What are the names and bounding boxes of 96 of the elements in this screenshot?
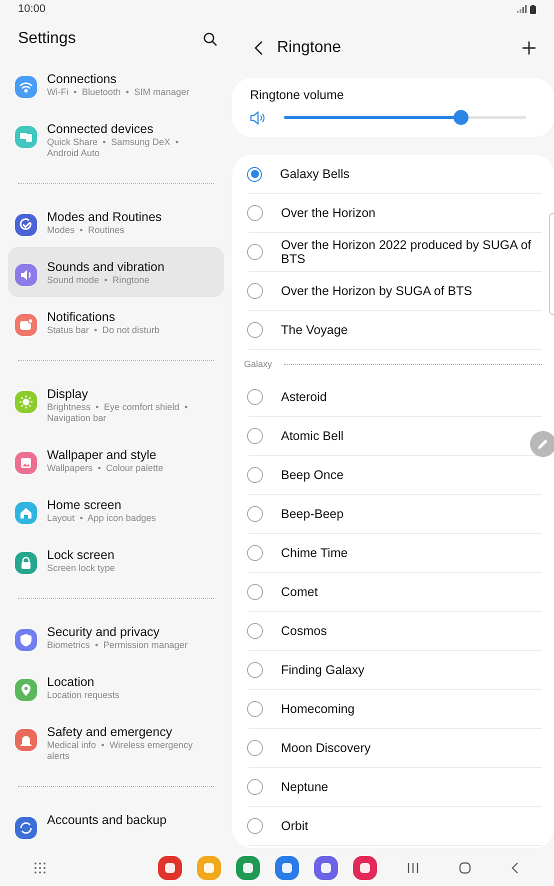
settings-item[interactable]: Connections Wi-Fi • Bluetooth • SIM manager: [8, 59, 224, 109]
settings-item-title: Accounts and backup: [47, 812, 167, 828]
settings-item-subtitle: Sound mode • Ringtone: [47, 274, 150, 286]
back-nav-icon[interactable]: [511, 862, 519, 874]
settings-item-title: Connections: [47, 70, 118, 86]
settings-item-subtitle: Wallpapers • Colour palette: [47, 462, 164, 474]
signal-icon: [517, 5, 527, 13]
settings-item-title: Display: [47, 386, 89, 402]
radio-button[interactable]: [247, 428, 263, 444]
radio-button[interactable]: [247, 283, 263, 299]
settings-item-title: Home screen: [47, 496, 122, 512]
battery-icon: [530, 4, 536, 14]
settings-item-subtitle: Status bar • Do not disturb: [47, 324, 160, 336]
ringtone-name: Orbit: [281, 819, 308, 833]
app-icon[interactable]: [158, 856, 182, 880]
ringtone-name: Atomic Bell: [281, 429, 344, 443]
ringtone-name: Asteroid: [281, 390, 327, 404]
ringtone-name: Finding Galaxy: [281, 663, 364, 677]
app-icon[interactable]: [353, 856, 377, 880]
settings-item-title: Lock screen: [47, 546, 115, 562]
settings-item[interactable]: Accounts and backup: [8, 800, 224, 850]
radio-button[interactable]: [247, 467, 263, 483]
ringtone-name: Over the Horizon 2022 produced by SUGA of BTS: [281, 238, 532, 266]
settings-item-title: Security and privacy: [47, 624, 161, 640]
settings-item-title: Sounds and vibration: [47, 258, 164, 274]
settings-item-subtitle: Location requests: [47, 690, 120, 700]
radio-button[interactable]: [247, 205, 263, 221]
settings-item[interactable]: Connected devices Quick Share • Samsung DeX • Android Auto: [8, 109, 224, 170]
settings-item-subtitle: Medical info • Wireless emergency alerts: [47, 740, 194, 762]
ringtone-name: Cosmos: [281, 624, 327, 638]
ringtone-title: Ringtone: [277, 39, 342, 57]
settings-item[interactable]: Modes and Routines Modes • Routines: [8, 197, 224, 247]
pencil-icon: [537, 438, 549, 450]
radio-button[interactable]: [247, 244, 263, 260]
radio-button[interactable]: [247, 506, 263, 522]
settings-item[interactable]: Location Location requests: [8, 662, 224, 712]
radio-button[interactable]: [247, 623, 263, 639]
settings-item[interactable]: Lock screen Screen lock type: [8, 535, 224, 585]
ringtone-name: Homecoming: [281, 702, 355, 716]
status-time: 10:00: [18, 3, 47, 15]
scroll-handle[interactable]: [549, 213, 554, 315]
app-icon[interactable]: [236, 856, 260, 880]
ringtone-name: Chime Time: [281, 546, 348, 560]
back-icon[interactable]: [254, 41, 263, 55]
radio-button[interactable]: [247, 662, 263, 678]
ringtone-name: Neptune: [281, 780, 328, 794]
ringtone-name: The Voyage: [281, 323, 348, 337]
ringtone-name: Over the Horizon: [281, 206, 376, 220]
settings-item-subtitle: Wi-Fi • Bluetooth • SIM manager: [47, 86, 190, 98]
apps-grid-icon[interactable]: [34, 862, 46, 874]
radio-button[interactable]: [247, 701, 263, 717]
settings-item-title: Connected devices: [47, 120, 154, 136]
volume-label: Ringtone volume: [250, 88, 344, 102]
app-icon[interactable]: [275, 856, 299, 880]
radio-button[interactable]: [247, 818, 263, 834]
settings-item-subtitle: Biometrics • Permission manager: [47, 640, 188, 650]
settings-item[interactable]: Wallpaper and style Wallpapers • Colour palette: [8, 435, 224, 485]
settings-item[interactable]: Security and privacy Biometrics • Permission manager: [8, 612, 224, 662]
ringtone-name: Beep-Beep: [281, 507, 344, 521]
settings-item[interactable]: Home screen Layout • App icon badges: [8, 485, 224, 535]
radio-button[interactable]: [247, 740, 263, 756]
ringtone-name: Beep Once: [281, 468, 344, 482]
settings-item-subtitle: Quick Share • Samsung DeX • Android Auto: [47, 136, 180, 158]
radio-button[interactable]: [247, 166, 262, 182]
home-icon[interactable]: [459, 862, 471, 874]
section-header: Galaxy: [244, 359, 272, 369]
ringtone-name: Over the Horizon by SUGA of BTS: [281, 284, 472, 298]
radio-button[interactable]: [247, 545, 263, 561]
settings-item[interactable]: Safety and emergency Medical info • Wireless emergency alerts: [8, 712, 224, 773]
settings-item[interactable]: Notifications Status bar • Do not disturb: [8, 297, 224, 347]
settings-item-subtitle: Screen lock type: [47, 562, 115, 574]
settings-item-title: Wallpaper and style: [47, 446, 158, 462]
settings-item-title: Location: [47, 674, 96, 690]
radio-button[interactable]: [247, 389, 263, 405]
settings-item[interactable]: Sounds and vibration Sound mode • Ringtone: [8, 247, 224, 297]
radio-button[interactable]: [247, 322, 263, 338]
add-icon[interactable]: [522, 41, 536, 55]
settings-item-subtitle: Modes • Routines: [47, 224, 126, 236]
search-icon[interactable]: [203, 32, 217, 46]
ringtone-name: Comet: [281, 585, 318, 599]
app-icon[interactable]: [314, 856, 338, 880]
speaker-icon[interactable]: [250, 110, 266, 124]
recents-icon[interactable]: [407, 862, 419, 874]
settings-item[interactable]: Display Brightness • Eye comfort shield • Navigation bar: [8, 374, 224, 435]
settings-item-title: Notifications: [47, 308, 116, 324]
settings-item-title: Modes and Routines: [47, 208, 162, 224]
radio-button[interactable]: [247, 584, 263, 600]
radio-button[interactable]: [247, 779, 263, 795]
slider-thumb[interactable]: [453, 110, 468, 125]
settings-item-subtitle: Brightness • Eye comfort shield • Navigation bar: [47, 402, 189, 424]
settings-item-title: Safety and emergency: [47, 724, 174, 740]
ringtone-name: Moon Discovery: [281, 741, 371, 755]
settings-title: Settings: [18, 30, 76, 48]
app-icon[interactable]: [197, 856, 221, 880]
settings-item-subtitle: Layout • App icon badges: [47, 512, 156, 524]
ringtone-name: Galaxy Bells: [280, 167, 350, 181]
